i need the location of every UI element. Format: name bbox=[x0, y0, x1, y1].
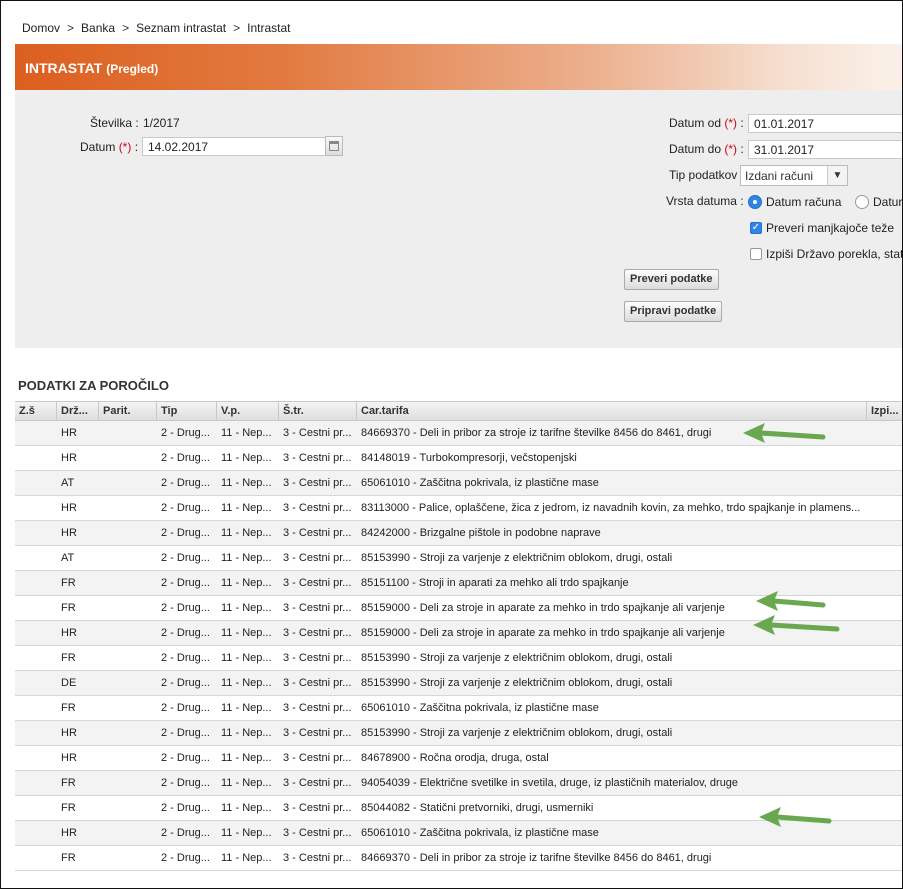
green-arrow-icon bbox=[759, 807, 832, 827]
app-frame: Domov > Banka > Seznam intrastat > Intrastat I… bbox=[0, 0, 903, 889]
green-arrow-icon bbox=[743, 423, 826, 443]
annotation-arrows bbox=[743, 423, 840, 827]
green-arrow-icon bbox=[753, 615, 840, 635]
green-arrow-icon bbox=[756, 591, 826, 611]
